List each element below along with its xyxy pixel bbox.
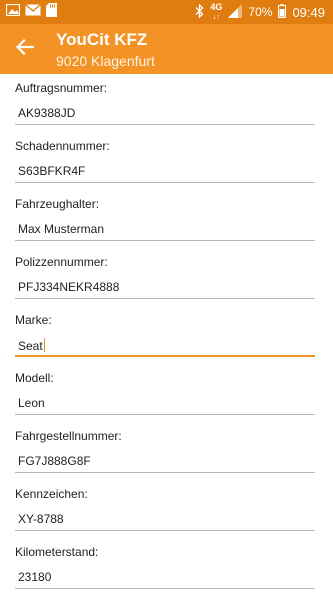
input-underline bbox=[15, 530, 315, 531]
field-auftragsnummer: Auftragsnummer: AK9388JD bbox=[0, 74, 333, 132]
marke-input[interactable]: Seat bbox=[18, 338, 45, 353]
input-underline bbox=[15, 588, 315, 589]
field-label: Kilometerstand: bbox=[15, 545, 99, 559]
battery-percentage: 70% bbox=[248, 5, 273, 19]
input-underline bbox=[15, 124, 315, 125]
kennzeichen-input[interactable]: XY-8788 bbox=[18, 512, 64, 526]
battery-icon bbox=[278, 3, 287, 21]
input-underline bbox=[15, 182, 315, 183]
fahrgestellnummer-input[interactable]: FG7J888G8F bbox=[18, 454, 91, 468]
field-label: Kennzeichen: bbox=[15, 487, 88, 501]
field-kennzeichen: Kennzeichen: XY-8788 bbox=[0, 480, 333, 538]
mail-icon bbox=[25, 3, 41, 21]
field-label: Fahrzeughalter: bbox=[15, 197, 100, 211]
bluetooth-icon bbox=[195, 2, 204, 21]
polizzennummer-input[interactable]: PFJ334NEKR4888 bbox=[18, 280, 119, 294]
signal-icon bbox=[228, 3, 243, 21]
photo-icon bbox=[5, 3, 21, 21]
field-modell: Modell: Leon bbox=[0, 364, 333, 422]
status-bar: 4G ↓↑ 70% 09:49 bbox=[0, 0, 333, 24]
schadennummer-input[interactable]: S63BFKR4F bbox=[18, 164, 85, 178]
clock: 09:49 bbox=[292, 4, 325, 20]
text-cursor bbox=[43, 338, 45, 352]
auftragsnummer-input[interactable]: AK9388JD bbox=[18, 106, 75, 120]
marke-value: Seat bbox=[18, 339, 43, 353]
app-title: YouCit KFZ bbox=[56, 30, 148, 49]
field-fahrzeughalter: Fahrzeughalter: Max Musterman bbox=[0, 190, 333, 248]
field-fahrgestellnummer: Fahrgestellnummer: FG7J888G8F bbox=[0, 422, 333, 480]
app-subtitle: 9020 Klagenfurt bbox=[56, 53, 155, 69]
input-underline bbox=[15, 240, 315, 241]
kilometerstand-input[interactable]: 23180 bbox=[18, 570, 51, 584]
arrow-back-icon bbox=[15, 38, 35, 60]
input-underline bbox=[15, 298, 315, 299]
field-label: Fahrgestellnummer: bbox=[15, 429, 122, 443]
field-kilometerstand: Kilometerstand: 23180 bbox=[0, 538, 333, 596]
field-polizzennummer: Polizzennummer: PFJ334NEKR4888 bbox=[0, 248, 333, 306]
field-label: Schadennummer: bbox=[15, 139, 110, 153]
input-underline bbox=[15, 414, 315, 415]
app-bar: YouCit KFZ 9020 Klagenfurt bbox=[0, 24, 333, 74]
field-label: Polizzennummer: bbox=[15, 255, 108, 269]
back-button[interactable] bbox=[8, 34, 42, 64]
network-type-label: 4G bbox=[210, 1, 223, 12]
fahrzeughalter-input[interactable]: Max Musterman bbox=[18, 222, 104, 236]
network-4g-icon: 4G ↓↑ bbox=[210, 1, 223, 21]
sd-card-icon bbox=[46, 2, 57, 22]
field-marke: Marke: Seat bbox=[0, 306, 333, 364]
input-underline bbox=[15, 355, 315, 357]
field-label: Modell: bbox=[15, 371, 54, 385]
input-underline bbox=[15, 472, 315, 473]
modell-input[interactable]: Leon bbox=[18, 396, 45, 410]
field-schadennummer: Schadennummer: S63BFKR4F bbox=[0, 132, 333, 190]
field-label: Auftragsnummer: bbox=[15, 81, 108, 95]
field-label: Marke: bbox=[15, 313, 52, 327]
